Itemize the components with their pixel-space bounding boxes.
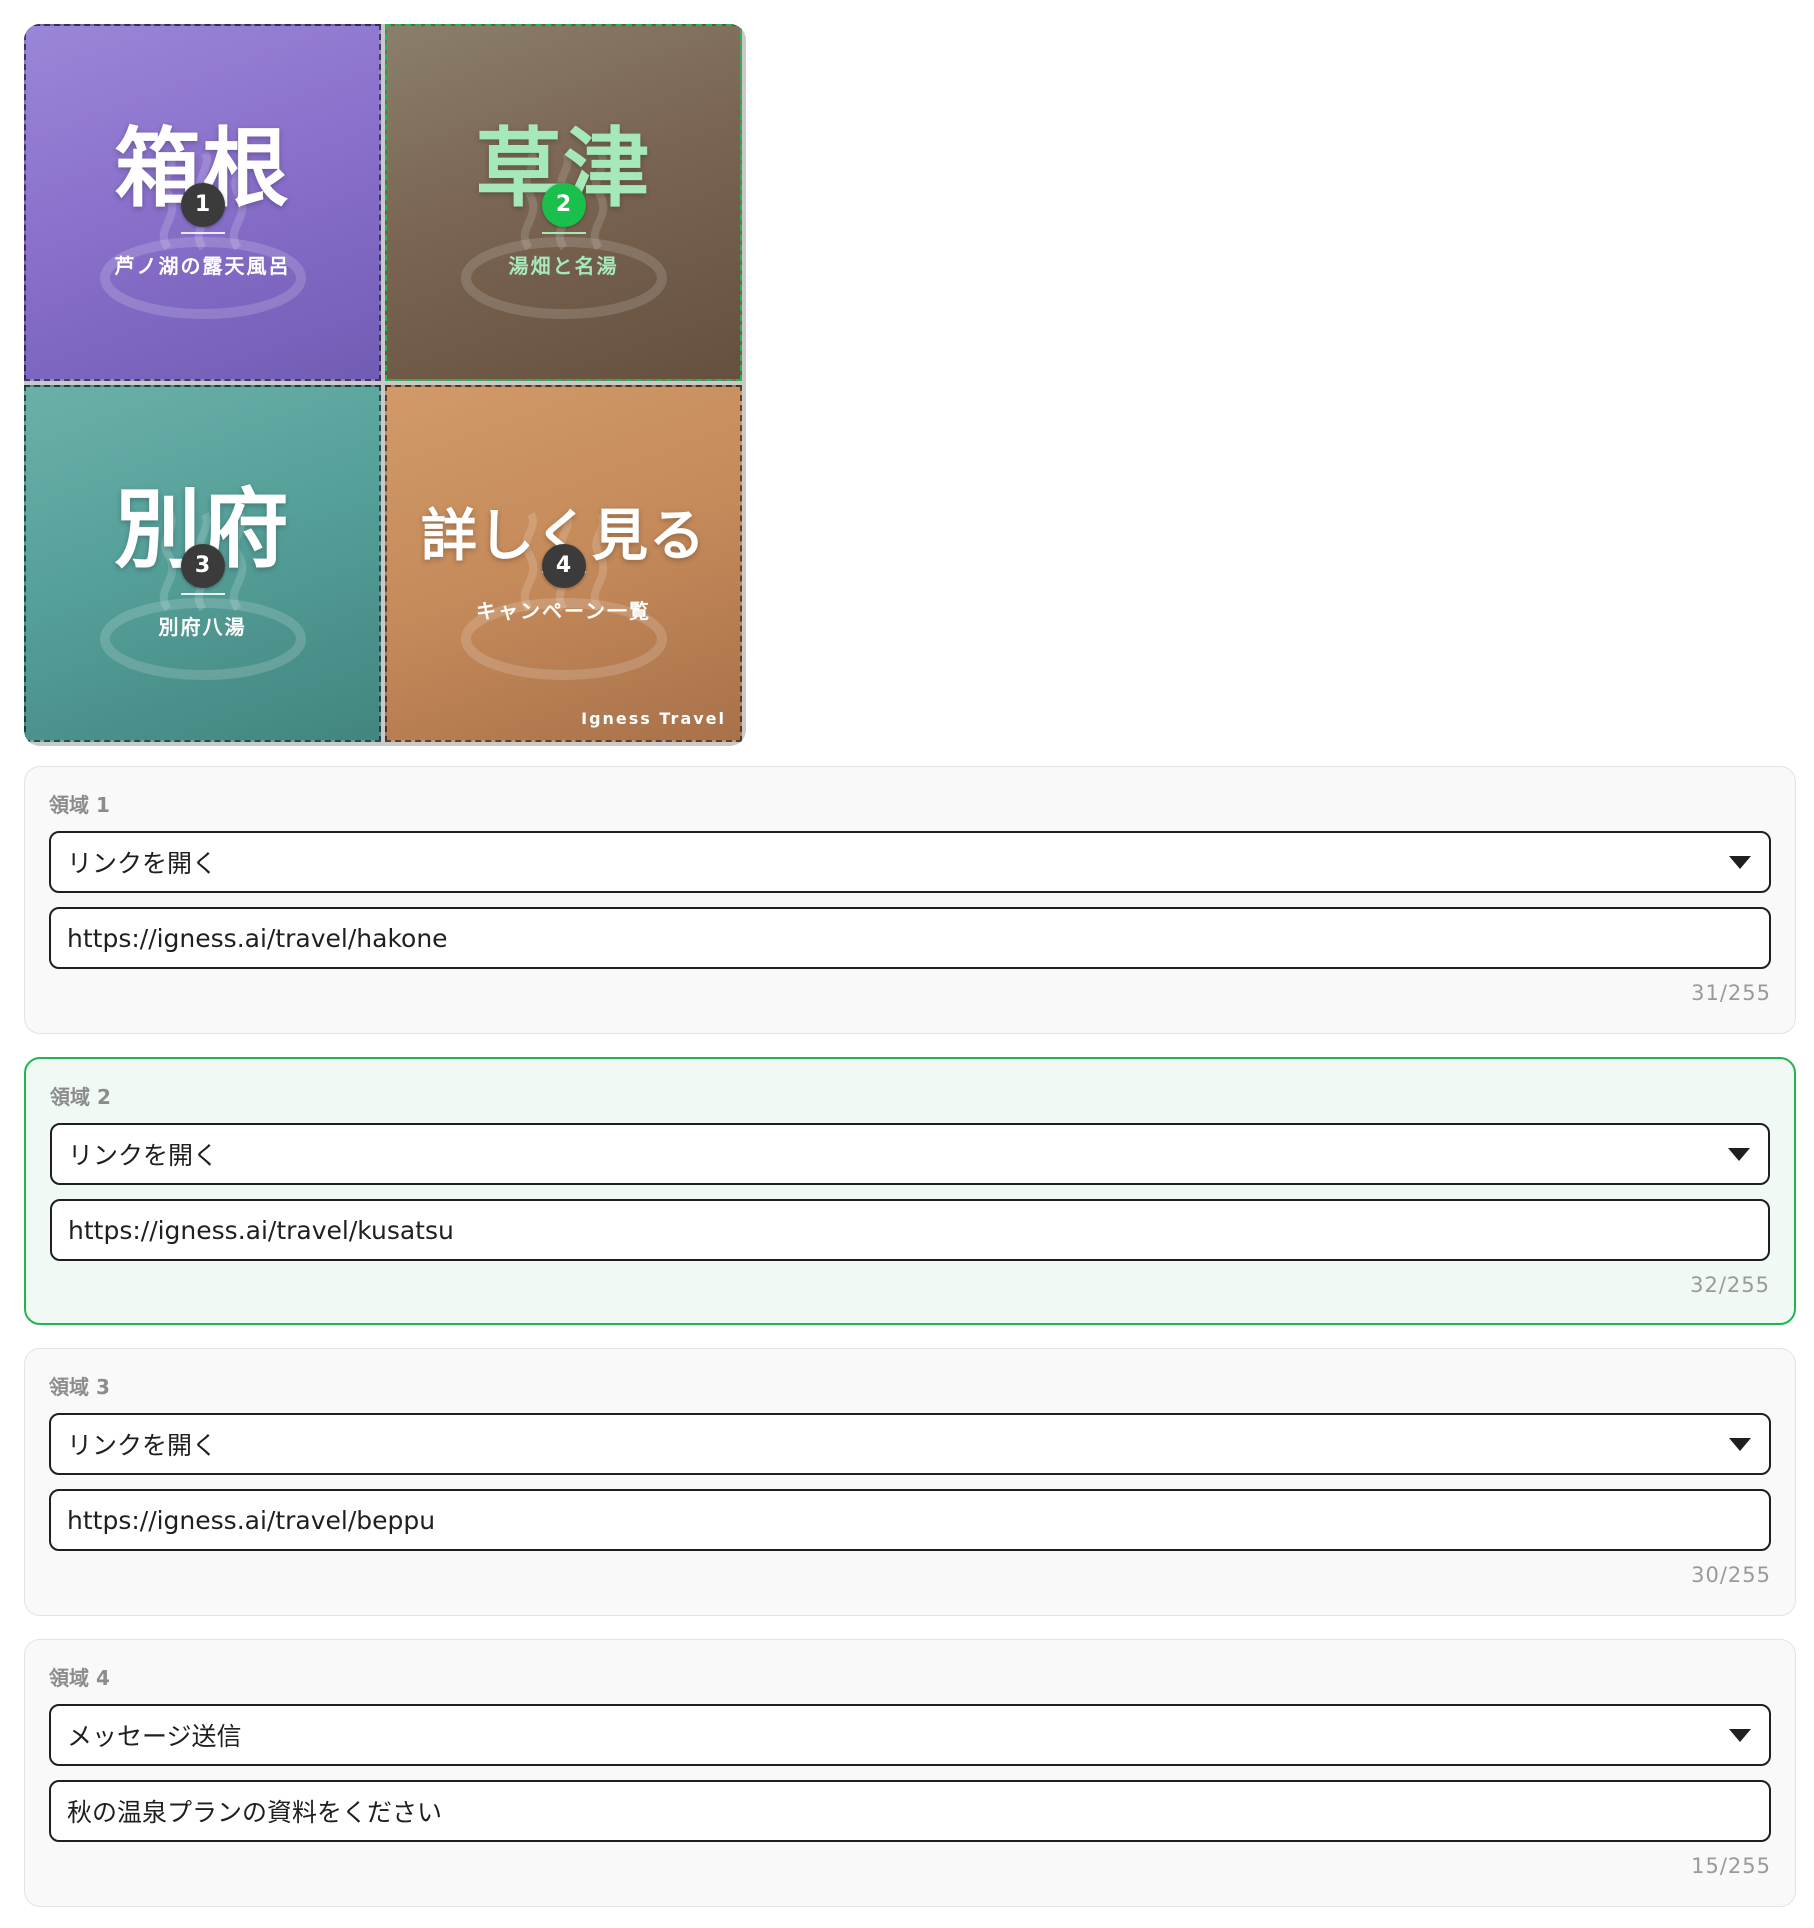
chevron-down-icon	[1729, 1438, 1751, 1451]
chevron-down-icon	[1729, 856, 1751, 869]
imagemap-tile-1[interactable]: 箱根 芦ノ湖の露天風呂 1	[24, 24, 381, 381]
character-counter: 30/255	[1691, 1563, 1771, 1587]
region-panel-2: 領域 2 リンクを開く https://igness.ai/travel/kus…	[24, 1057, 1796, 1325]
action-value-input[interactable]: https://igness.ai/travel/beppu	[49, 1489, 1771, 1551]
action-type-select[interactable]: リンクを開く	[50, 1123, 1770, 1185]
brand-logo: Igness Travel	[581, 709, 726, 728]
imagemap-tile-3[interactable]: 別府 別府八湯 3	[24, 385, 381, 742]
tile-subtitle: 湯畑と名湯	[508, 254, 619, 278]
action-type-value: リンクを開く	[68, 1141, 219, 1170]
action-type-value: メッセージ送信	[67, 1722, 242, 1751]
region-panel-3: 領域 3 リンクを開く https://igness.ai/travel/bep…	[24, 1348, 1796, 1616]
region-number-badge: 4	[541, 544, 586, 588]
action-value-text: https://igness.ai/travel/hakone	[67, 923, 448, 953]
region-number-badge: 2	[541, 183, 586, 227]
tile-subtitle: 別府八湯	[158, 615, 247, 639]
action-value-input[interactable]: 秋の温泉プランの資料をください	[49, 1780, 1771, 1842]
action-type-select[interactable]: リンクを開く	[49, 831, 1771, 893]
character-counter: 32/255	[1690, 1273, 1770, 1297]
action-value-input[interactable]: https://igness.ai/travel/hakone	[49, 907, 1771, 969]
action-type-value: リンクを開く	[67, 849, 218, 878]
region-number-badge: 1	[180, 183, 225, 227]
action-type-value: リンクを開く	[67, 1431, 218, 1460]
tile-divider	[180, 232, 225, 234]
imagemap-tile-4[interactable]: 詳しく見る キャンペーン一覧 4 Igness Travel	[385, 385, 742, 742]
region-label: 領域 2	[50, 1085, 111, 1109]
character-counter: 15/255	[1691, 1854, 1771, 1878]
region-label: 領域 3	[49, 1375, 110, 1399]
region-label: 領域 4	[49, 1666, 110, 1690]
imagemap-tile-2[interactable]: 草津 湯畑と名湯 2	[385, 24, 742, 381]
action-value-text: https://igness.ai/travel/beppu	[67, 1505, 436, 1535]
region-label: 領域 1	[49, 793, 110, 817]
action-type-select[interactable]: メッセージ送信	[49, 1704, 1771, 1766]
action-value-text: https://igness.ai/travel/kusatsu	[68, 1215, 454, 1245]
chevron-down-icon	[1728, 1148, 1750, 1161]
region-panel-1: 領域 1 リンクを開く https://igness.ai/travel/hak…	[24, 766, 1796, 1034]
region-panel-4: 領域 4 メッセージ送信 秋の温泉プランの資料をください 15/255	[24, 1639, 1796, 1907]
tile-subtitle: キャンペーン一覧	[476, 599, 651, 623]
character-counter: 31/255	[1691, 981, 1771, 1005]
action-value-text: 秋の温泉プランの資料をください	[67, 1798, 443, 1827]
action-type-select[interactable]: リンクを開く	[49, 1413, 1771, 1475]
action-value-input[interactable]: https://igness.ai/travel/kusatsu	[50, 1199, 1770, 1261]
region-number-badge: 3	[180, 544, 225, 588]
tile-divider	[180, 593, 225, 595]
tile-subtitle: 芦ノ湖の露天風呂	[114, 254, 291, 278]
tile-divider	[541, 232, 586, 234]
imagemap-preview: 箱根 芦ノ湖の露天風呂 1 草津 湯畑と名湯 2 別府 別府八湯 3 詳しく見る…	[24, 24, 746, 746]
chevron-down-icon	[1729, 1729, 1751, 1742]
